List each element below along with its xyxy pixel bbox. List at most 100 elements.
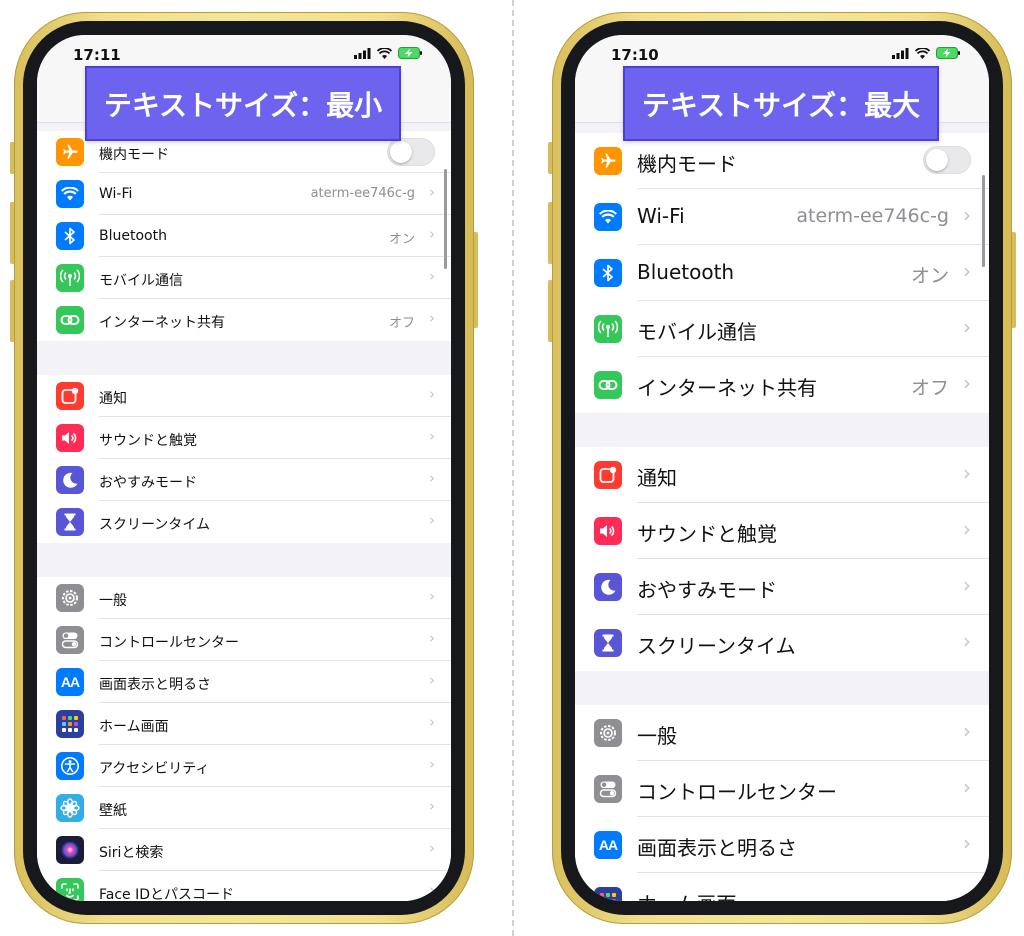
settings-row-label: 画面表示と明るさ <box>99 677 211 693</box>
section-gap <box>37 341 451 375</box>
status-icons <box>892 47 961 59</box>
settings-row[interactable]: Wi-Fi aterm-ee746c-g › <box>37 173 451 215</box>
settings-row[interactable]: サウンドと触覚 › <box>37 417 451 459</box>
settings-row-label: 機内モード <box>637 152 737 176</box>
settings-row-label: インターネット共有 <box>99 315 225 331</box>
settings-row[interactable]: ホーム画面 › <box>575 873 989 901</box>
settings-row[interactable]: AA 画面表示と明るさ › <box>575 817 989 873</box>
chevron-right-icon: › <box>429 385 435 403</box>
scroll-indicator[interactable] <box>444 169 447 269</box>
settings-row[interactable]: モバイル通信 › <box>575 301 989 357</box>
settings-row[interactable]: 一般 › <box>575 705 989 761</box>
settings-row[interactable]: スクリーンタイム › <box>37 501 451 543</box>
switches-icon <box>594 775 622 803</box>
settings-row[interactable]: モバイル通信 › <box>37 257 451 299</box>
gear-icon <box>56 584 84 612</box>
chevron-right-icon: › <box>429 427 435 445</box>
settings-row[interactable]: Bluetooth オン › <box>37 215 451 257</box>
wifi-status-icon <box>915 47 930 59</box>
speaker-icon <box>594 517 622 545</box>
chevron-right-icon: › <box>429 511 435 529</box>
settings-row[interactable]: サウンドと触覚 › <box>575 503 989 559</box>
settings-row[interactable]: インターネット共有 オフ › <box>37 299 451 341</box>
chevron-right-icon: › <box>963 629 971 653</box>
settings-row-value: オン <box>910 265 949 287</box>
hourglass-icon <box>56 508 84 536</box>
settings-row-label: モバイル通信 <box>637 320 757 344</box>
settings-row[interactable]: 一般 › <box>37 577 451 619</box>
settings-row[interactable]: コントロールセンター › <box>37 619 451 661</box>
settings-row-value: オフ <box>910 377 949 399</box>
settings-screen: 17:11 設定 機内モードWi-Fiaterm-ee746c-g›Blueto… <box>37 35 451 901</box>
settings-list: 機内モード Wi-Fi aterm-ee746c-g › Bluetooth オン › モバイ… <box>575 133 989 901</box>
settings-group: 通知 › サウンドと触覚 › おやすみモード › スクリーンタイム › <box>575 447 989 671</box>
airplane-mode-toggle[interactable] <box>387 138 435 166</box>
settings-row[interactable]: Wi-Fi aterm-ee746c-g › <box>575 189 989 245</box>
settings-row[interactable]: スクリーンタイム › <box>575 615 989 671</box>
settings-row-label: コントロールセンター <box>637 780 837 804</box>
battery-charging-icon <box>398 47 423 59</box>
chevron-right-icon: › <box>429 671 435 689</box>
settings-row-value: オン <box>388 232 415 247</box>
settings-row-label: Bluetooth <box>99 228 167 244</box>
settings-row[interactable]: アクセシビリティ › <box>37 745 451 787</box>
section-gap <box>37 543 451 577</box>
wifi-status-icon <box>377 47 392 59</box>
settings-row-value: aterm-ee746c-g <box>310 186 415 201</box>
notification-icon <box>594 461 622 489</box>
text-size-icon: AA <box>56 668 84 696</box>
settings-row[interactable]: 壁紙 › <box>37 787 451 829</box>
toggle-knob <box>926 149 948 171</box>
settings-row[interactable]: おやすみモード › <box>575 559 989 615</box>
settings-row-label: サウンドと触覚 <box>637 522 777 546</box>
settings-group: 一般 › コントロールセンター › AA 画面表示と明るさ › ホーム画面 › アクセシビリティ ›… <box>37 577 451 901</box>
status-icons <box>354 47 423 59</box>
settings-row[interactable]: Bluetooth オン › <box>575 245 989 301</box>
settings-row[interactable]: 機内モード <box>575 133 989 189</box>
settings-row[interactable]: コントロールセンター › <box>575 761 989 817</box>
bluetooth-icon <box>594 259 622 287</box>
settings-row[interactable]: AA 画面表示と明るさ › <box>37 661 451 703</box>
settings-row-label: モバイル通信 <box>99 273 183 289</box>
chevron-right-icon: › <box>963 775 971 799</box>
settings-row-label: ホーム画面 <box>637 888 736 901</box>
settings-group: 一般 › コントロールセンター › AA 画面表示と明るさ › ホーム画面 › <box>575 705 989 901</box>
chevron-right-icon: › <box>429 183 435 201</box>
settings-group: 機内モード Wi-Fi aterm-ee746c-g › Bluetooth オン › モバイ… <box>575 133 989 413</box>
settings-row[interactable]: 通知 › <box>37 375 451 417</box>
settings-screen: 17:10 設定 機内モードWi-Fiaterm-ee746c-g›Blueto… <box>575 35 989 901</box>
bluetooth-icon <box>56 222 84 250</box>
settings-row-label: 画面表示と明るさ <box>637 836 797 860</box>
settings-row-label: Wi-Fi <box>637 204 685 228</box>
settings-row-label: スクリーンタイム <box>99 517 211 533</box>
settings-row[interactable]: ホーム画面 › <box>37 703 451 745</box>
wifi-icon <box>594 203 622 231</box>
gear-icon <box>594 719 622 747</box>
caption-text-size-max: テキストサイズ：最大 <box>623 66 939 141</box>
chevron-right-icon: › <box>963 203 971 227</box>
notification-icon <box>56 382 84 410</box>
chevron-right-icon: › <box>429 587 435 605</box>
settings-row[interactable]: Face IDとパスコード › <box>37 871 451 901</box>
airplane-mode-toggle[interactable] <box>923 146 971 174</box>
antenna-icon <box>56 264 84 292</box>
signal-icon <box>354 47 371 59</box>
moon-icon <box>56 466 84 494</box>
settings-row-label: インターネット共有 <box>637 376 817 400</box>
settings-row[interactable]: おやすみモード › <box>37 459 451 501</box>
chevron-right-icon: › <box>963 719 971 743</box>
settings-row[interactable]: インターネット共有 オフ › <box>575 357 989 413</box>
settings-group: 通知 › サウンドと触覚 › おやすみモード › スクリーンタイム › <box>37 375 451 543</box>
settings-row[interactable]: 通知 › <box>575 447 989 503</box>
chevron-right-icon: › <box>963 371 971 395</box>
settings-row[interactable]: Siriと検索 › <box>37 829 451 871</box>
settings-row-label: おやすみモード <box>637 578 777 602</box>
settings-row-label: 一般 <box>99 593 127 609</box>
settings-row-label: サウンドと触覚 <box>99 433 197 449</box>
settings-row-value: aterm-ee746c-g <box>796 205 949 227</box>
chevron-right-icon: › <box>963 831 971 855</box>
text-size-icon: AA <box>594 831 622 859</box>
phone-small-text: 17:11 設定 機内モードWi-Fiaterm-ee746c-g›Blueto… <box>10 12 478 924</box>
chevron-right-icon: › <box>429 267 435 285</box>
scroll-indicator[interactable] <box>982 175 985 267</box>
